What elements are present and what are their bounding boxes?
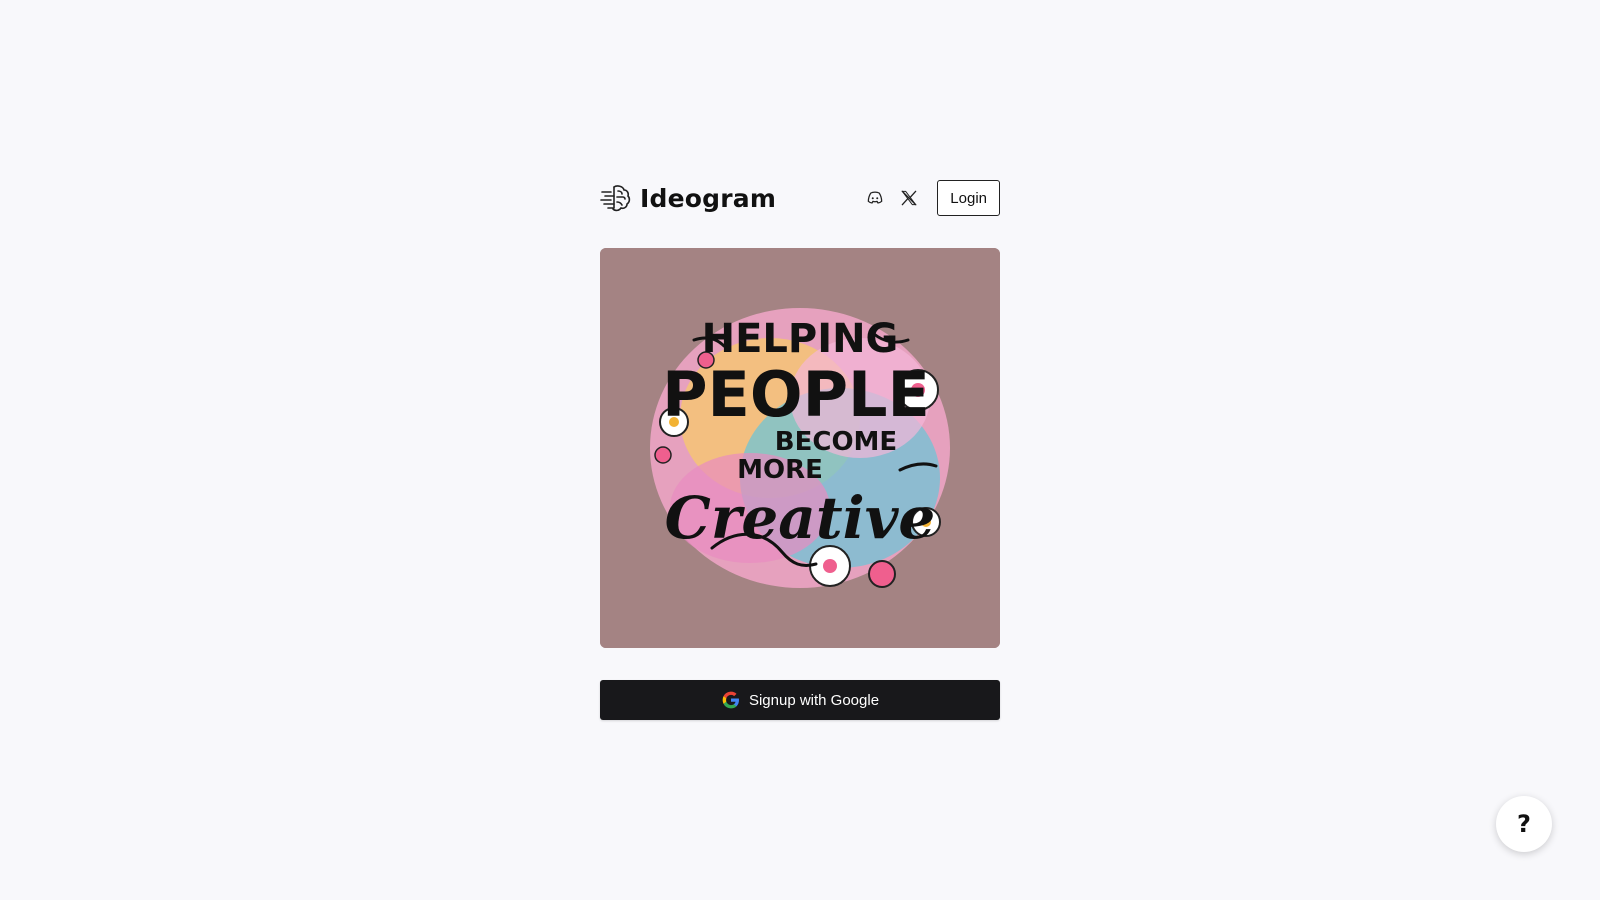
brand[interactable]: Ideogram [600, 182, 776, 214]
header-actions: Login [865, 180, 1000, 216]
hero-text-line: HELPING [702, 316, 899, 362]
google-icon [721, 690, 741, 710]
login-button[interactable]: Login [937, 180, 1000, 216]
brand-name: Ideogram [640, 183, 777, 213]
brain-icon [600, 182, 632, 214]
help-button[interactable]: ? [1496, 796, 1552, 852]
hero-text-line: MORE [737, 455, 823, 485]
hero-text-line: PEOPLE [662, 358, 930, 431]
signup-label: Signup with Google [748, 691, 880, 709]
signup-google-button[interactable]: Signup with Google [600, 680, 1000, 720]
discord-icon[interactable] [865, 188, 885, 208]
page: Ideogram Login HELPING PEOPLE BECOME MOR… [0, 0, 1600, 900]
hero-text-line: Creative [665, 484, 936, 552]
hero-artwork: HELPING PEOPLE BECOME MORE Creative [600, 248, 1000, 648]
header: Ideogram Login [600, 180, 1000, 216]
landing-card: Ideogram Login HELPING PEOPLE BECOME MOR… [600, 180, 1000, 720]
hero-text-line: BECOME [775, 427, 897, 457]
x-twitter-icon[interactable] [899, 188, 919, 208]
hero-image: HELPING PEOPLE BECOME MORE Creative [600, 248, 1000, 648]
